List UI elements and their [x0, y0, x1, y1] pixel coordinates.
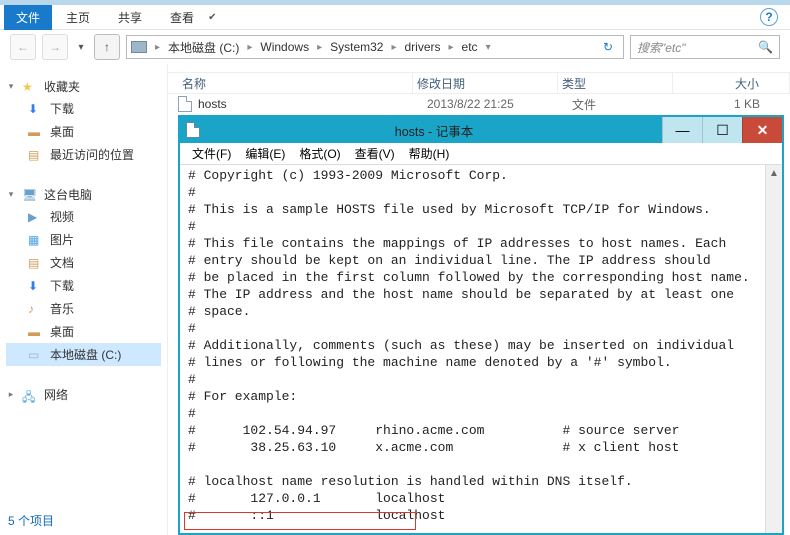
sidebar-item-desktop[interactable]: ▬桌面 [6, 120, 161, 143]
addr-dropdown-icon[interactable]: ▾ [480, 42, 497, 53]
sidebar-item-downloads2[interactable]: ⬇下载 [6, 274, 161, 297]
sidebar-item-recent[interactable]: ▤最近访问的位置 [6, 143, 161, 166]
sidebar-group-favorites[interactable]: ▾ ★ 收藏夹 [6, 78, 161, 95]
file-row[interactable]: hosts 2013/8/22 21:25 文件 1 KB [168, 94, 790, 114]
sidebar-item-documents[interactable]: ▤文档 [6, 251, 161, 274]
nav-history-dropdown[interactable]: ▾ [74, 42, 88, 53]
sidebar-item-videos[interactable]: ▶视频 [6, 205, 161, 228]
pc-icon: 🖥 [22, 188, 38, 202]
picture-icon: ▦ [28, 233, 44, 247]
vertical-scrollbar[interactable]: ▲ [765, 165, 782, 533]
sidebar-group-thispc[interactable]: ▾ 🖥 这台电脑 [6, 186, 161, 203]
addr-seg-3[interactable]: drivers [405, 40, 441, 54]
file-date: 2013/8/22 21:25 [427, 97, 572, 111]
search-placeholder: 搜索"etc" [637, 39, 686, 56]
ribbon-expand-icon[interactable]: ✔ [208, 12, 216, 23]
sidebar-item-music[interactable]: ♪音乐 [6, 297, 161, 320]
sidebar-label-favorites: 收藏夹 [44, 78, 80, 95]
file-type: 文件 [572, 96, 687, 113]
download-icon: ⬇ [28, 102, 44, 116]
notepad-titlebar[interactable]: hosts - 记事本 — ☐ ✕ [180, 117, 782, 143]
expand-icon[interactable]: ▾ [6, 189, 16, 200]
notepad-window: hosts - 记事本 — ☐ ✕ 文件(F) 编辑(E) 格式(O) 查看(V… [178, 115, 784, 535]
file-name: hosts [198, 97, 427, 111]
music-icon: ♪ [28, 302, 44, 316]
window-controls: — ☐ ✕ [662, 117, 782, 143]
notepad-icon [186, 122, 200, 138]
sidebar-item-pictures[interactable]: ▦图片 [6, 228, 161, 251]
file-icon [178, 96, 192, 112]
document-icon: ▤ [28, 256, 44, 270]
address-bar-row: ← → ▾ ↑ ▸ 本地磁盘 (C:) ▸ Windows ▸ System32… [0, 30, 790, 64]
col-name[interactable]: 名称 [178, 73, 413, 93]
desktop-icon: ▬ [28, 325, 44, 339]
col-date[interactable]: 修改日期 [413, 73, 558, 93]
search-input[interactable]: 搜索"etc" 🔍 [630, 35, 780, 59]
nav-forward-button[interactable]: → [42, 34, 68, 60]
col-size[interactable]: 大小 [673, 73, 790, 93]
recent-icon: ▤ [28, 148, 44, 162]
menu-edit[interactable]: 编辑(E) [239, 143, 291, 164]
sidebar-item-downloads[interactable]: ⬇下载 [6, 97, 161, 120]
network-icon: 🖧 [22, 388, 38, 402]
col-type[interactable]: 类型 [558, 73, 673, 93]
tab-share[interactable]: 共享 [104, 5, 156, 30]
highlight-box [184, 512, 416, 530]
sidebar-item-localdisk-c[interactable]: ▭本地磁盘 (C:) [6, 343, 161, 366]
tab-view[interactable]: 查看 [156, 5, 208, 30]
explorer-ribbon-tabs: 文件 主页 共享 查看 ✔ ? [0, 5, 790, 30]
sidebar-group-network[interactable]: ▸ 🖧 网络 [6, 386, 161, 403]
menu-file[interactable]: 文件(F) [186, 143, 237, 164]
menu-view[interactable]: 查看(V) [349, 143, 401, 164]
nav-up-button[interactable]: ↑ [94, 34, 120, 60]
addr-seg-2[interactable]: System32 [330, 40, 383, 54]
file-size: 1 KB [687, 97, 790, 111]
status-bar: 5 个项目 [8, 512, 54, 529]
addr-seg-4[interactable]: etc [462, 40, 478, 54]
download-icon: ⬇ [28, 279, 44, 293]
menu-format[interactable]: 格式(O) [293, 143, 346, 164]
addr-seg-disk[interactable]: 本地磁盘 (C:) [168, 39, 239, 56]
sidebar-label-thispc: 这台电脑 [44, 186, 92, 203]
explorer-sidebar: ▾ ★ 收藏夹 ⬇下载 ▬桌面 ▤最近访问的位置 ▾ 🖥 这台电脑 ▶视频 ▦图… [0, 64, 168, 535]
scroll-up-icon[interactable]: ▲ [766, 165, 782, 182]
disk-icon [131, 41, 147, 53]
addr-seg-1[interactable]: Windows [260, 40, 309, 54]
desktop-icon: ▬ [28, 125, 44, 139]
sidebar-item-desktop2[interactable]: ▬桌面 [6, 320, 161, 343]
menu-help[interactable]: 帮助(H) [403, 143, 456, 164]
notepad-body: # Copyright (c) 1993-2009 Microsoft Corp… [180, 165, 782, 533]
disk-icon: ▭ [28, 348, 44, 362]
tab-file[interactable]: 文件 [4, 5, 52, 30]
expand-icon[interactable]: ▸ [6, 389, 16, 400]
tab-home[interactable]: 主页 [52, 5, 104, 30]
nav-back-button[interactable]: ← [10, 34, 36, 60]
help-icon[interactable]: ? [760, 8, 778, 26]
expand-icon[interactable]: ▾ [6, 81, 16, 92]
notepad-textarea[interactable]: # Copyright (c) 1993-2009 Microsoft Corp… [188, 165, 765, 533]
minimize-button[interactable]: — [662, 117, 702, 143]
close-button[interactable]: ✕ [742, 117, 782, 143]
notepad-title: hosts - 记事本 [206, 121, 662, 140]
sidebar-label-network: 网络 [44, 386, 68, 403]
notepad-menubar: 文件(F) 编辑(E) 格式(O) 查看(V) 帮助(H) [180, 143, 782, 165]
refresh-icon[interactable]: ↻ [597, 40, 619, 54]
video-icon: ▶ [28, 210, 44, 224]
file-list: hosts 2013/8/22 21:25 文件 1 KB [168, 94, 790, 114]
address-bar[interactable]: ▸ 本地磁盘 (C:) ▸ Windows ▸ System32 ▸ drive… [126, 35, 624, 59]
maximize-button[interactable]: ☐ [702, 117, 742, 143]
search-icon[interactable]: 🔍 [758, 40, 773, 54]
column-headers: 名称 修改日期 类型 大小 [168, 72, 790, 94]
star-icon: ★ [22, 80, 38, 94]
